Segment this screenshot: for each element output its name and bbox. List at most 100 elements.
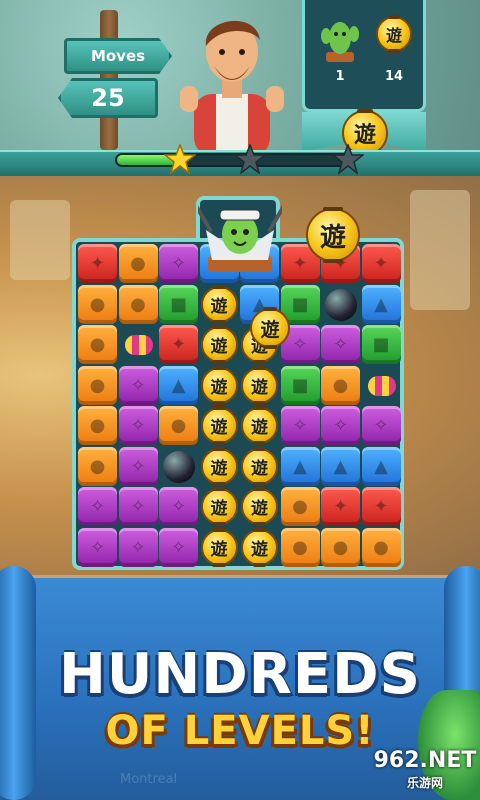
tile-lantern[interactable]: 遊 [200,527,239,567]
purple-tile-icon: ✧ [332,334,349,355]
moves-label: Moves [90,47,146,65]
tile-green[interactable]: ■ [159,284,198,324]
tile-red[interactable]: ✦ [159,325,198,364]
tile-lantern[interactable]: 遊 [200,446,239,486]
tile-purple[interactable]: ✧ [118,365,158,405]
tile-blue[interactable]: ▲ [321,446,360,486]
lantern-glyph: 遊 [251,418,268,438]
tile-orange[interactable]: ● [78,365,117,405]
tile-purple[interactable]: ✧ [159,487,198,526]
samurai-cactus-icon[interactable] [198,196,282,276]
tile-purple[interactable]: ✧ [321,325,360,364]
lantern-icon: 遊 [200,365,238,405]
tile-purple[interactable]: ✧ [321,406,360,445]
lantern-glyph: 遊 [251,499,268,519]
tile-lantern[interactable]: 遊 [200,325,239,364]
green-tile-icon: ■ [291,374,309,396]
tile-lantern[interactable]: 遊 [240,406,279,445]
tile-green[interactable]: ■ [280,365,320,405]
tile-blue[interactable]: ▲ [361,446,401,486]
tile-orange[interactable]: ● [321,527,360,567]
tile-purple[interactable]: ✧ [118,446,158,486]
orange-tile-icon: ● [89,374,106,396]
tile-bomb[interactable] [321,285,360,324]
tile-orange[interactable]: ● [159,406,198,445]
lantern-icon: 遊 [200,284,238,324]
lantern-glyph: 遊 [210,539,228,560]
purple-tile-icon: ✧ [130,455,146,477]
tile-orange[interactable]: ● [280,527,320,567]
watermark-main: 962.NET [373,748,477,773]
orange-tile-icon: ● [89,455,106,477]
lantern-icon: 遊 [376,15,412,53]
tile-lantern[interactable]: 遊 [200,406,239,445]
blue-tile-icon: ▲ [374,293,388,315]
lantern-icon: 遊 [241,527,278,567]
goal-item: 1 [313,14,367,84]
tile-lantern[interactable]: 遊 [240,365,279,405]
lantern-icon: 遊 [241,365,278,405]
purple-tile-icon: ✧ [130,374,146,396]
tile-orange[interactable]: ● [361,527,401,567]
site-watermark: 962.NET 乐游网 [370,748,480,800]
moves-counter-sign: 25 [58,78,158,118]
tile-purple[interactable]: ✧ [280,406,320,445]
lantern-icon: 遊 [241,487,278,526]
big-lantern-icon: 遊 [306,207,360,263]
tile-orange[interactable]: ● [321,365,360,405]
decor-stone [410,190,470,310]
orange-tile-icon: ● [332,536,349,558]
tile-candy[interactable] [119,325,158,364]
red-tile-icon: ✦ [89,253,106,274]
lantern-glyph: 遊 [385,26,402,45]
lantern-glyph: 遊 [251,458,268,479]
tile-red[interactable]: ✦ [321,487,360,526]
tile-lantern[interactable]: 遊 [200,284,239,324]
tile-red[interactable]: ✦ [78,244,117,283]
tile-green[interactable]: ■ [361,325,401,364]
tile-lantern[interactable]: 遊 [240,446,279,486]
candy-icon [367,375,396,396]
tile-lantern[interactable]: 遊 [240,527,279,567]
tile-purple[interactable]: ✧ [78,527,117,567]
orange-tile-icon: ● [373,536,389,558]
tile-red[interactable]: ✦ [361,244,401,283]
purple-tile-icon: ✧ [170,536,187,558]
tile-purple[interactable]: ✧ [118,406,158,445]
tile-purple[interactable]: ✧ [118,487,158,526]
goal-item: 遊 14 [367,14,421,84]
green-tile-icon: ■ [169,293,187,315]
tile-bomb[interactable] [159,447,198,486]
map-label: Montreal [120,772,178,787]
candy-icon [124,335,153,355]
tile-purple[interactable]: ✧ [78,487,117,526]
lantern-glyph: 遊 [210,458,228,479]
goal-count-lantern: 14 [384,69,404,84]
tile-orange[interactable]: ● [118,284,158,324]
tile-blue[interactable]: ▲ [361,284,401,324]
tile-red[interactable]: ✦ [361,487,401,526]
tile-orange[interactable]: ● [280,487,320,526]
tile-orange[interactable]: ● [78,446,117,486]
tile-purple[interactable]: ✧ [159,244,198,283]
tile-purple[interactable]: ✧ [361,406,401,445]
tile-blue[interactable]: ▲ [159,365,198,405]
tile-candy[interactable] [362,366,401,405]
orange-tile-icon: ● [292,496,308,517]
orange-tile-icon: ● [170,415,187,436]
tile-blue[interactable]: ▲ [280,446,320,486]
tile-orange[interactable]: ● [78,406,117,445]
tile-purple[interactable]: ✧ [159,527,198,567]
tile-lantern[interactable]: 遊 [200,365,239,405]
watermark-sub: 乐游网 [406,776,443,790]
tile-lantern[interactable]: 遊 [240,487,279,526]
lantern-glyph: 遊 [210,418,228,438]
tile-purple[interactable]: ✧ [118,527,158,567]
lantern-glyph: 遊 [251,377,268,398]
green-tile-icon: ■ [372,334,390,355]
tile-lantern[interactable]: 遊 [200,487,239,526]
tile-orange[interactable]: ● [78,284,117,324]
orange-tile-icon: ● [89,415,106,436]
tile-orange[interactable]: ● [118,244,158,283]
tile-orange[interactable]: ● [78,325,117,364]
